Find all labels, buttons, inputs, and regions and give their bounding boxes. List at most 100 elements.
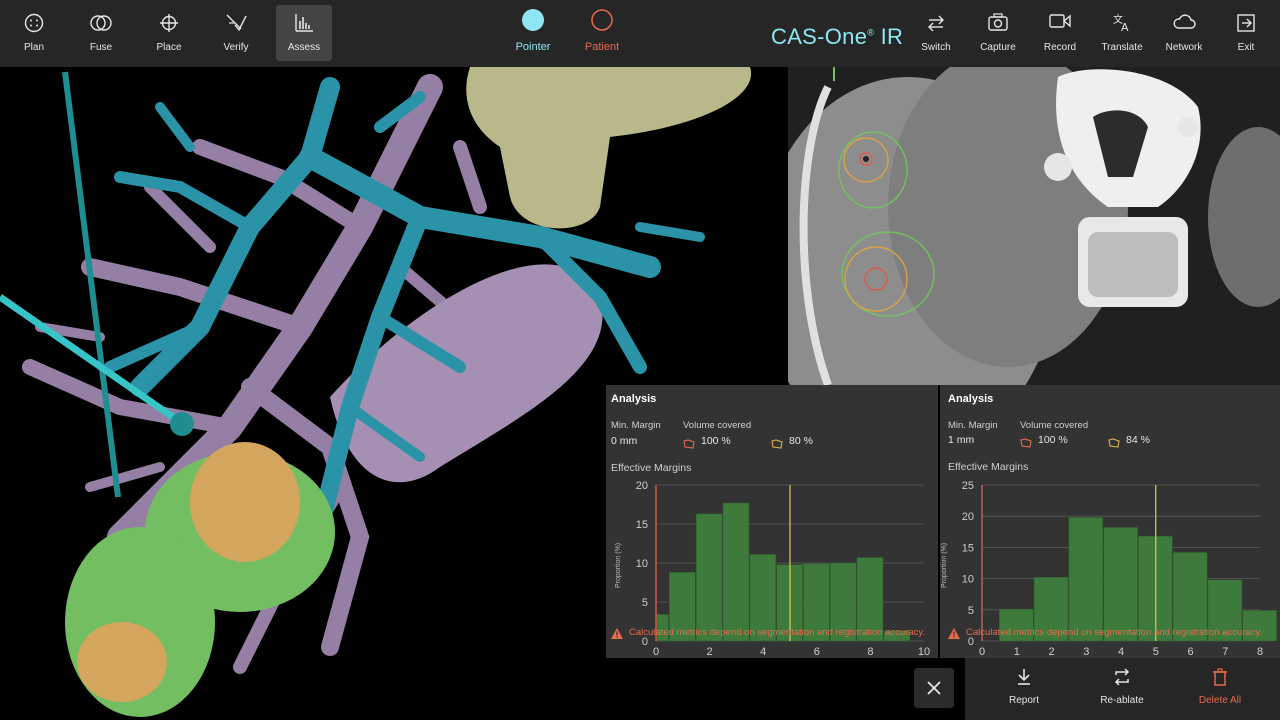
bar-chart-icon [276,5,332,37]
min-margin-label: Min. Margin [611,420,661,431]
trash-icon [1213,668,1227,686]
translate-button[interactable]: 文A Translate [1094,5,1150,61]
top-toolbar: Plan Fuse Place Verify Assess Pointer Pa… [0,0,1280,67]
video-icon [1032,5,1088,37]
pointer-label: Pointer [515,41,551,53]
fuse-label: Fuse [89,42,113,53]
effective-margins-label: Effective Margins [611,462,692,474]
patient-circle-icon [591,9,613,31]
analysis-title: Analysis [948,393,994,405]
min-margin-value: 1 mm [948,434,975,446]
volume-covered-label: Volume covered [1020,420,1089,431]
plan-icon [6,5,62,37]
histogram-bar [722,502,750,642]
effective-margins-label: Effective Margins [948,461,1029,473]
x-tick-label: 0 [979,646,985,657]
y-tick-label: 15 [636,519,648,531]
y-tick-label: 20 [636,480,648,492]
verify-label: Verify [223,42,249,53]
plan-button[interactable]: Plan [6,5,62,61]
orange-contour-icon [771,436,783,454]
report-label: Report [1008,695,1039,706]
ct-slice-view[interactable] [788,67,1280,385]
histogram-bar [695,513,723,642]
volume-covered-label: Volume covered [683,420,752,431]
svg-text:A: A [1121,21,1129,33]
y-tick-label: 10 [636,558,648,570]
y-tick-label: 5 [968,605,974,617]
cloud-icon [1156,5,1212,37]
x-tick-label: 7 [1222,646,1228,657]
x-tick-label: 3 [1083,646,1089,657]
x-tick-label: 1 [1014,646,1020,657]
x-tick-label: 2 [707,646,713,657]
histogram-bar [1103,527,1138,642]
crosshair-icon [141,5,197,37]
record-button[interactable]: Record [1032,5,1088,61]
histogram-bar [1068,517,1104,642]
capture-button[interactable]: Capture [970,5,1026,61]
switch-arrows-icon [908,5,964,37]
warning-message-1: Calculated metrics depend on segmentatio… [611,627,941,639]
red-contour-icon [683,436,695,454]
analysis-panel-2: Analysis Min. Margin 1 mm Volume covered… [940,385,1280,658]
translate-icon: 文A [1094,5,1150,37]
x-tick-label: 5 [1153,646,1159,657]
x-tick-label: 4 [760,646,766,657]
y-tick-label: 10 [962,574,974,586]
download-icon [1018,669,1030,685]
volume-orange-value: 80 % [789,435,813,447]
red-contour-icon [1020,435,1032,453]
min-margin-value: 0 mm [611,435,638,447]
warning-text: Calculated metrics depend on segmentatio… [966,627,1263,638]
record-label: Record [1043,42,1077,53]
verify-button[interactable]: Verify [208,5,264,61]
x-tick-label: 0 [653,646,659,657]
re-ablate-label: Re-ablate [1100,695,1144,706]
pointer-mode-button[interactable]: Pointer [503,8,563,53]
re-ablate-button[interactable]: Re-ablate [1087,668,1157,706]
analysis-panel-1: Analysis Min. Margin 0 mm Volume covered… [606,385,938,658]
x-tick-label: 8 [1257,646,1263,657]
min-margin-label: Min. Margin [948,420,998,431]
x-tick-label: 6 [814,646,820,657]
delete-all-button[interactable]: Delete All [1185,668,1255,706]
brand-logo: CAS-One® IR [771,24,904,49]
y-tick-label: 20 [962,511,974,523]
bottom-action-bar: Report Re-ablate Delete All [965,658,1280,720]
assess-button[interactable]: Assess [276,5,332,61]
volume-red-value: 100 % [701,435,731,447]
repeat-icon [1114,668,1130,686]
patient-mode-button[interactable]: Patient [572,8,632,53]
x-tick-label: 8 [867,646,873,657]
x-tick-label: 2 [1048,646,1054,657]
y-tick-label: 25 [962,480,974,492]
network-label: Network [1165,42,1203,53]
network-button[interactable]: Network [1156,5,1212,61]
y-tick-label: 15 [962,542,974,554]
switch-label: Switch [921,42,951,53]
ct-slice-image [788,67,1280,385]
analysis-title: Analysis [611,393,657,405]
report-button[interactable]: Report [989,668,1059,706]
plan-label: Plan [23,42,44,53]
patient-label: Patient [584,41,620,53]
camera-icon [970,5,1026,37]
close-icon [927,681,941,695]
close-panel-button[interactable] [914,668,954,708]
warning-triangle-icon [948,628,960,643]
fuse-button[interactable]: Fuse [73,5,129,61]
fuse-icon [73,5,129,37]
x-tick-label: 10 [918,646,930,657]
exit-label: Exit [1237,42,1255,53]
warning-message-2: Calculated metrics depend on segmentatio… [948,627,1278,639]
translate-label: Translate [1101,42,1143,53]
pointer-dot-icon [522,9,544,31]
switch-button[interactable]: Switch [908,5,964,61]
x-tick-label: 6 [1187,646,1193,657]
place-label: Place [156,42,182,53]
exit-button[interactable]: Exit [1218,5,1274,61]
verify-icon [208,5,264,37]
x-tick-label: 4 [1118,646,1124,657]
place-button[interactable]: Place [141,5,197,61]
